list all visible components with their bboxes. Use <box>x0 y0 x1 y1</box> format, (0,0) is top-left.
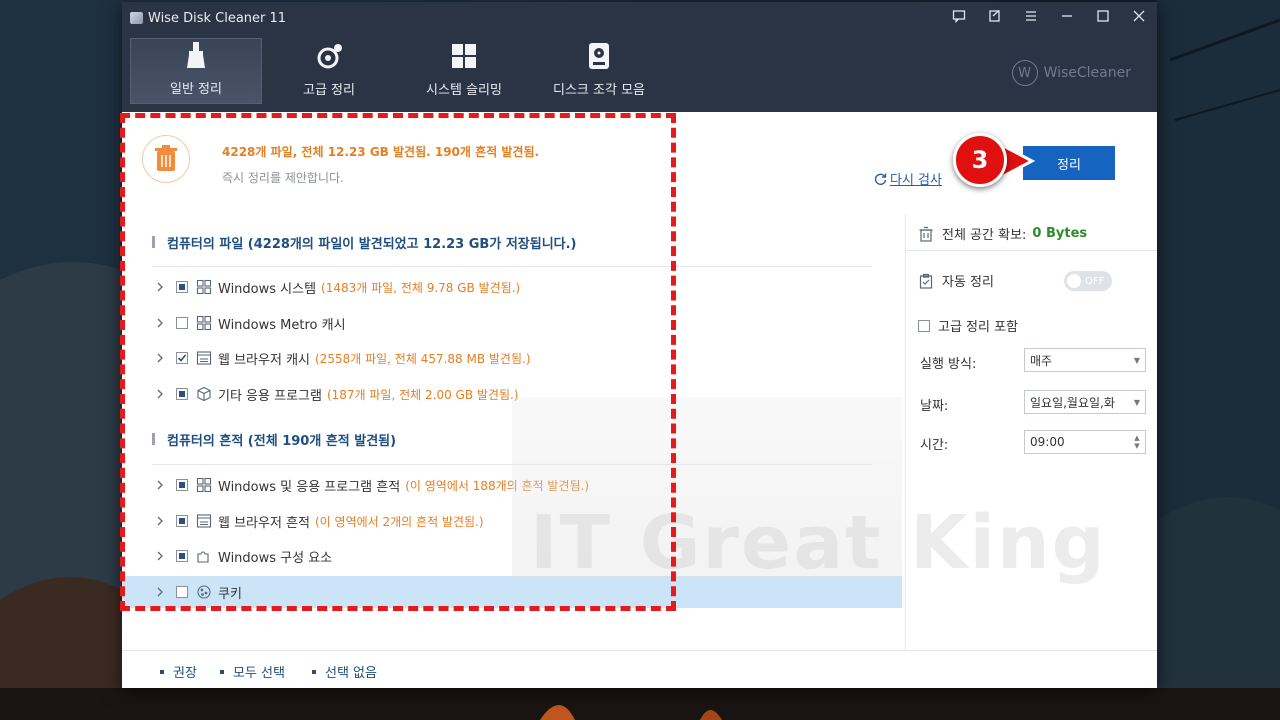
date-select[interactable]: 일요일,월요일,화 ▼ <box>1024 390 1146 414</box>
window-controls <box>941 2 1157 30</box>
notes-button[interactable] <box>977 2 1013 30</box>
windows-icon <box>449 41 479 71</box>
tab-label: 고급 정리 <box>303 83 355 98</box>
feedback-button[interactable] <box>941 2 977 30</box>
bullet <box>160 669 164 674</box>
date-value: 일요일,월요일,화 <box>1030 395 1115 410</box>
wisecleaner-logo-icon: W <box>1011 60 1038 86</box>
clipboard-check-icon <box>919 273 933 289</box>
dropdown-arrow-icon: ▼ <box>1133 355 1141 365</box>
bullet <box>312 669 316 674</box>
minimize-button[interactable] <box>1049 2 1085 30</box>
tab-disk-defrag[interactable]: 디스크 조각 모음 <box>532 38 666 104</box>
step-marker: 3 <box>953 133 1007 187</box>
right-panel: 전체 공간 확보: 0 Bytes 자동 정리 OFF 고급 정리 포함 실행 … <box>905 214 1157 650</box>
app-title: Wise Disk Cleaner 11 <box>130 8 286 28</box>
space-label: 전체 공간 확보: <box>942 228 1027 243</box>
edit-icon <box>989 10 1000 22</box>
auto-clean-row: 자동 정리 <box>918 271 994 290</box>
select-none-link[interactable]: 선택 없음 <box>312 662 377 681</box>
select-all-label: 모두 선택 <box>233 666 285 681</box>
date-label: 날짜: <box>920 399 949 414</box>
disk-defrag-icon <box>584 41 614 71</box>
main-tabs: 일반 정리 고급 정리 시스템 슬리밍 디스크 조각 모음 <box>130 38 666 104</box>
message-icon <box>952 10 966 23</box>
run-mode-label: 실행 방식: <box>920 357 977 372</box>
recommend-label: 권장 <box>173 666 197 681</box>
broom-icon <box>181 40 211 70</box>
space-freed-row: 전체 공간 확보: 0 Bytes <box>918 224 1087 243</box>
toggle-knob <box>1067 274 1081 288</box>
include-advanced-label: 고급 정리 포함 <box>938 320 1019 335</box>
app-logo-icon <box>130 12 143 24</box>
time-label: 시간: <box>920 438 949 453</box>
dropdown-arrow-icon: ▼ <box>1133 397 1141 407</box>
trash-small-icon <box>919 226 933 242</box>
tab-label: 디스크 조각 모음 <box>553 83 645 98</box>
clean-button[interactable]: 정리 <box>1023 146 1115 180</box>
select-none-label: 선택 없음 <box>325 666 377 681</box>
spinner-arrows-icon[interactable]: ▲ ▼ <box>1129 431 1145 453</box>
select-all-link[interactable]: 모두 선택 <box>220 662 285 681</box>
time-spinner[interactable]: 09:00 ▲ ▼ <box>1024 430 1146 454</box>
footer-bar: 권장 모두 선택 선택 없음 <box>122 650 1157 688</box>
tab-label: 시스템 슬리밍 <box>426 83 502 98</box>
divider <box>906 250 1157 251</box>
space-value: 0 Bytes <box>1032 226 1088 241</box>
menu-button[interactable] <box>1013 2 1049 30</box>
menu-icon <box>1026 11 1036 21</box>
run-mode-value: 매주 <box>1030 353 1053 368</box>
tab-label: 일반 정리 <box>170 82 222 97</box>
run-mode-select[interactable]: 매주 ▼ <box>1024 348 1146 372</box>
maximize-button[interactable] <box>1085 2 1121 30</box>
maximize-icon <box>1097 10 1109 22</box>
advanced-clean-icon <box>314 41 344 71</box>
tab-general-clean[interactable]: 일반 정리 <box>130 38 262 104</box>
title-bar: Wise Disk Cleaner 11 일반 정리 고급 정리 시스템 슬리밍… <box>122 2 1157 112</box>
auto-clean-label: 자동 정리 <box>942 275 994 290</box>
app-title-text: Wise Disk Cleaner 11 <box>148 10 287 26</box>
tab-advanced-clean[interactable]: 고급 정리 <box>262 38 396 104</box>
wisecleaner-brand[interactable]: W WiseCleaner <box>1011 60 1131 86</box>
close-icon <box>1133 10 1145 22</box>
minimize-icon <box>1062 15 1072 17</box>
toggle-state: OFF <box>1085 275 1105 287</box>
tab-system-slimming[interactable]: 시스템 슬리밍 <box>396 38 532 104</box>
brand-text: WiseCleaner <box>1043 65 1131 81</box>
auto-clean-toggle[interactable]: OFF <box>1064 271 1112 291</box>
bullet <box>220 669 224 674</box>
refresh-icon <box>874 173 887 185</box>
rescan-link[interactable]: 다시 검사 <box>874 169 942 188</box>
highlight-dashed-box <box>120 113 676 611</box>
close-button[interactable] <box>1121 2 1157 30</box>
include-advanced-row[interactable]: 고급 정리 포함 <box>918 316 1018 335</box>
include-advanced-checkbox[interactable] <box>918 319 930 332</box>
recommend-link[interactable]: 권장 <box>160 662 197 681</box>
time-value: 09:00 <box>1030 435 1065 449</box>
rescan-label: 다시 검사 <box>890 173 942 188</box>
